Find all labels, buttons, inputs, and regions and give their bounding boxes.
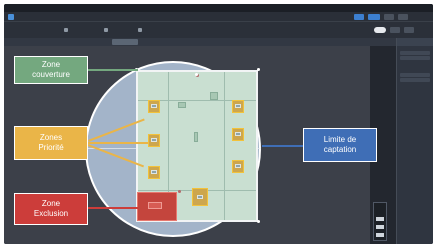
priority-zones-label: Zones Priorité	[14, 126, 88, 160]
subtool-item[interactable]	[140, 39, 162, 45]
toolbar-item[interactable]	[104, 27, 110, 33]
priority-leader-line	[88, 142, 148, 144]
appbar-button[interactable]	[384, 14, 394, 20]
priority-zone[interactable]	[148, 166, 160, 179]
priority-zone-marker	[151, 138, 157, 142]
plan-pillar	[178, 102, 186, 108]
exclusion-zone-marker	[148, 202, 162, 209]
priority-zone-marker	[151, 104, 157, 108]
zoom-in-button[interactable]	[376, 217, 384, 221]
toolbar-item[interactable]	[64, 27, 70, 33]
project-info	[8, 24, 50, 36]
tool-icon	[104, 28, 108, 32]
subtool-item[interactable]	[86, 39, 110, 45]
plan-pillar	[194, 132, 198, 142]
zoom-control[interactable]	[373, 202, 387, 241]
panel-label	[397, 68, 433, 72]
panel-field[interactable]	[400, 56, 430, 60]
properties-panel	[396, 38, 433, 244]
exclusion-zone[interactable]	[137, 192, 177, 221]
coverage-leader-line	[88, 69, 138, 71]
main-toolbar	[4, 22, 433, 38]
title-bar	[4, 4, 433, 12]
zoom-reset-button[interactable]	[376, 233, 384, 237]
appbar-button[interactable]	[368, 14, 380, 20]
resize-handle[interactable]	[195, 73, 198, 76]
resize-handle[interactable]	[257, 68, 260, 71]
panel-header	[397, 38, 433, 46]
panel-label	[397, 46, 433, 50]
panel-field[interactable]	[400, 73, 430, 77]
priority-zone-marker	[235, 132, 241, 136]
zoom-out-button[interactable]	[376, 225, 384, 229]
tool-icon	[64, 28, 68, 32]
secondary-toolbar	[4, 38, 399, 46]
exclusion-zone-label: Zone Exclusion	[14, 193, 88, 225]
priority-zone[interactable]	[148, 134, 160, 147]
priority-zone-marker	[235, 164, 241, 168]
priority-zone[interactable]	[232, 160, 244, 173]
priority-zone-marker	[151, 170, 157, 174]
resize-handle[interactable]	[257, 220, 260, 223]
app-icon[interactable]	[8, 14, 14, 20]
priority-zone[interactable]	[148, 100, 160, 113]
priority-zone[interactable]	[232, 100, 244, 113]
priority-zone[interactable]	[232, 128, 244, 141]
toolbar-button[interactable]	[390, 27, 400, 33]
priority-zone-marker	[197, 195, 203, 199]
plan-marker	[178, 190, 181, 193]
panel-field[interactable]	[400, 51, 430, 55]
appbar-button[interactable]	[398, 14, 408, 20]
exclusion-leader-line	[88, 207, 138, 209]
capture-limit-label: Limite de captation	[303, 128, 377, 162]
subtool-item[interactable]	[60, 39, 84, 45]
tool-icon	[138, 28, 142, 32]
priority-zone-marker	[235, 104, 241, 108]
toolbar-item[interactable]	[138, 27, 144, 33]
priority-zone[interactable]	[192, 188, 208, 206]
toggle-switch[interactable]	[374, 27, 386, 33]
appbar-button[interactable]	[354, 14, 364, 20]
room-wall	[224, 72, 225, 220]
subtool-item-active[interactable]	[112, 39, 138, 45]
capture-leader-line	[262, 145, 304, 147]
toolbar-button[interactable]	[404, 27, 414, 33]
plan-pillar	[210, 92, 218, 100]
coverage-zone-label: Zone couverture	[14, 56, 88, 84]
app-bar	[4, 12, 433, 22]
panel-field[interactable]	[400, 78, 430, 82]
subtool-item[interactable]	[10, 39, 40, 45]
